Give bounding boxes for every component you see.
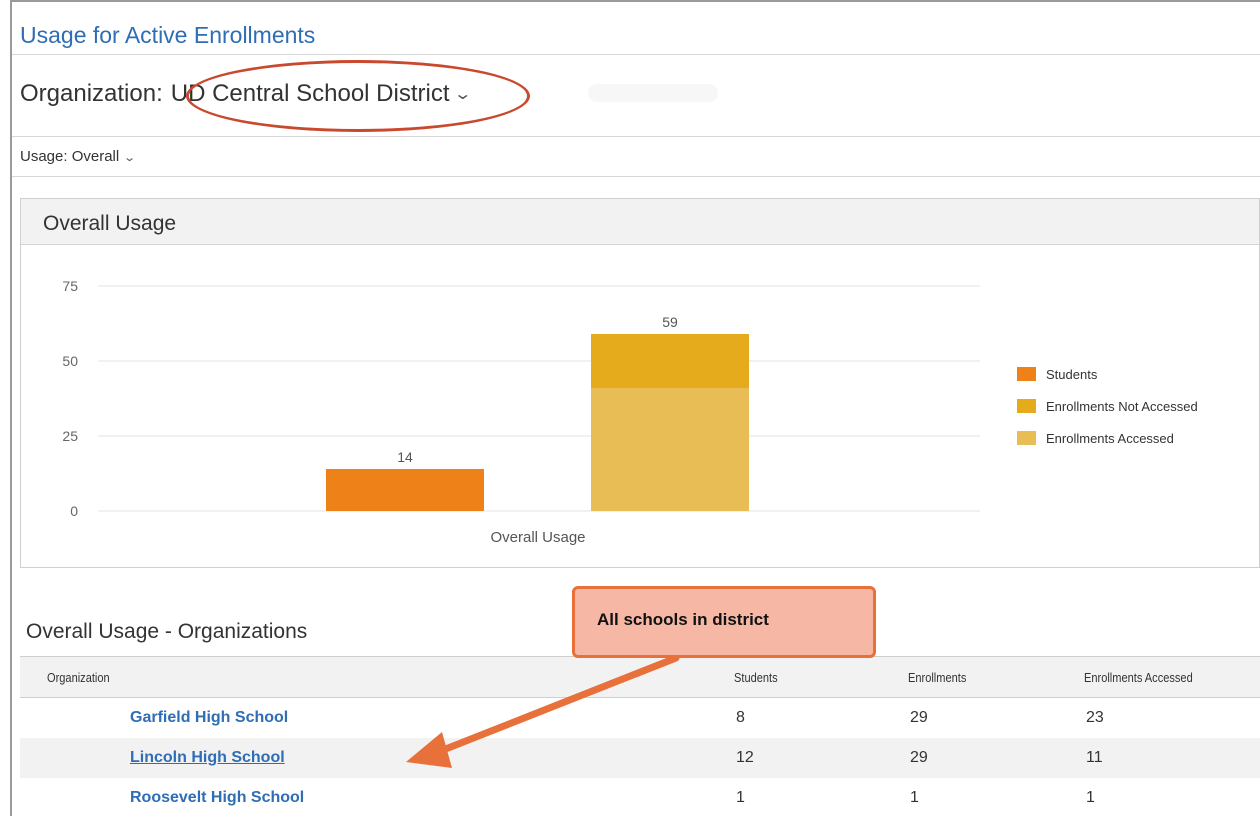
annotation-arrow [406,654,680,768]
annotation-callout: All schools in district [572,586,876,658]
arrow-head [406,732,452,768]
arrow-shaft [434,654,680,756]
